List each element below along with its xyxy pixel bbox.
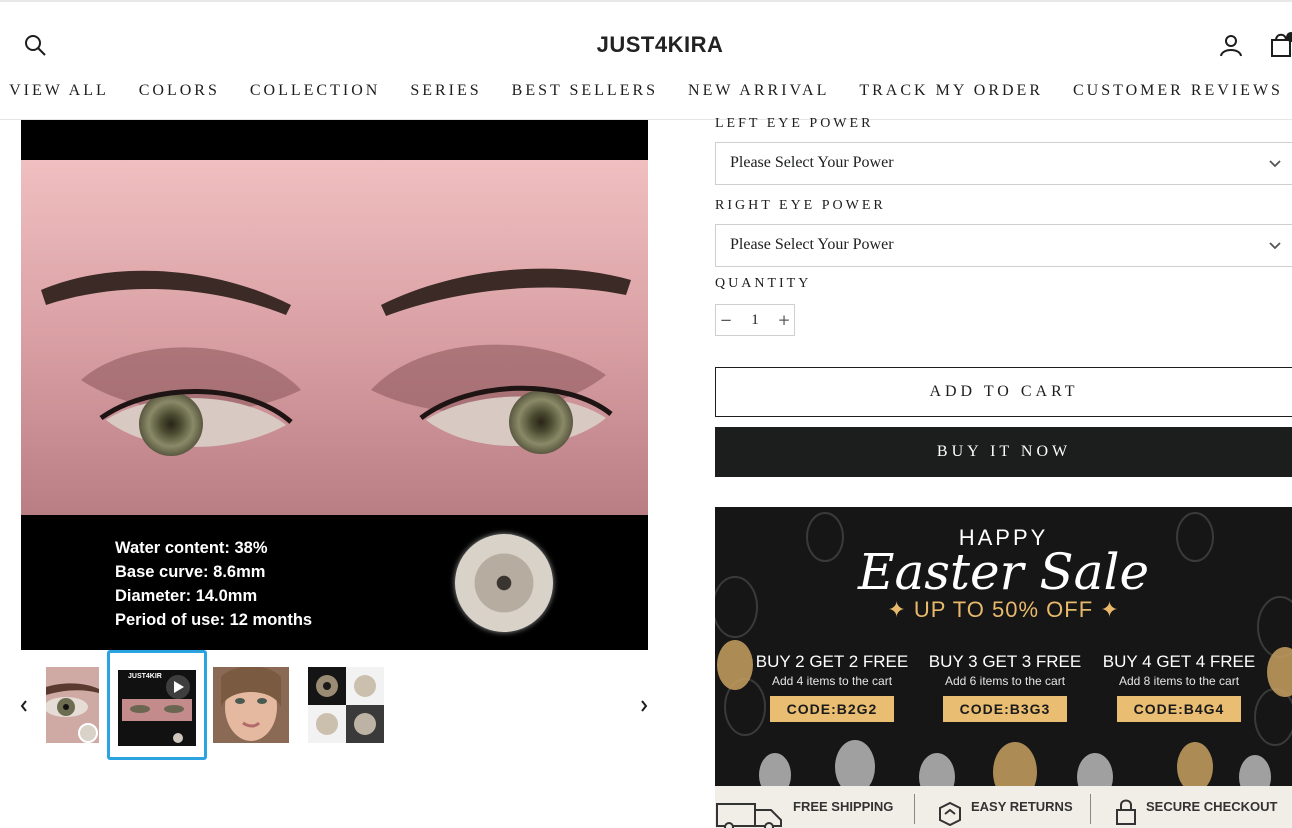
benefit-divider xyxy=(1090,794,1091,824)
lock-icon xyxy=(1115,798,1137,828)
nav-customer-reviews[interactable]: CUSTOMER REVIEWS xyxy=(1058,82,1292,100)
quantity-decrease-button[interactable]: − xyxy=(716,305,736,335)
offer-b2g2: BUY 2 GET 2 FREE Add 4 items to the cart… xyxy=(752,652,912,722)
right-eye-power-value: Please Select Your Power xyxy=(730,236,894,253)
video-thumb-logo: JUST4KIR xyxy=(128,673,162,680)
benefit-divider xyxy=(914,794,915,824)
site-header: JUST4KIRA VIEW ALL COLORS COLLECTION SER… xyxy=(0,2,1292,120)
spec-base-curve: Base curve: 8.6mm xyxy=(115,563,266,581)
right-eye-power-select[interactable]: Please Select Your Power xyxy=(715,224,1292,267)
cart-icon[interactable] xyxy=(1270,30,1292,58)
left-eye-power-label: LEFT EYE POWER xyxy=(715,116,874,131)
offer-title: BUY 4 GET 4 FREE xyxy=(1102,652,1256,671)
left-eye-power-select[interactable]: Please Select Your Power xyxy=(715,142,1292,185)
prev-arrow-icon[interactable] xyxy=(18,698,34,714)
thumbnail-lens-grid[interactable] xyxy=(308,667,384,743)
spec-water-content: Water content: 38% xyxy=(115,539,268,557)
returns-icon xyxy=(937,800,963,828)
spec-period-of-use: Period of use: 12 months xyxy=(115,611,313,629)
offer-b3g3: BUY 3 GET 3 FREE Add 6 items to the cart… xyxy=(925,652,1085,722)
quantity-label: QUANTITY xyxy=(715,276,812,291)
buy-it-now-button[interactable]: BUY IT NOW xyxy=(715,427,1292,477)
nav-best-sellers[interactable]: BEST SELLERS xyxy=(497,82,673,100)
quantity-input[interactable]: 1 xyxy=(736,312,774,329)
nav-view-all[interactable]: VIEW ALL xyxy=(0,82,124,100)
banner-benefits-bar: FREE SHIPPING EASY RETURNS SECURE CHECKO… xyxy=(715,786,1292,828)
offer-code: CODE:B2G2 xyxy=(770,696,894,722)
offer-code: CODE:B3G3 xyxy=(943,696,1067,722)
easy-returns-text: EASY RETURNS xyxy=(971,799,1073,814)
chevron-down-icon xyxy=(1268,157,1282,176)
right-eye-power-label: RIGHT EYE POWER xyxy=(715,198,886,213)
banner-easter-sale-text: Easter Sale xyxy=(857,543,1150,601)
main-nav: VIEW ALL COLORS COLLECTION SERIES BEST S… xyxy=(0,82,1292,100)
nav-track-my-order[interactable]: TRACK MY ORDER xyxy=(844,82,1058,100)
product-specs: Water content: 38% Base curve: 8.6mm Dia… xyxy=(115,536,312,632)
offer-title: BUY 2 GET 2 FREE xyxy=(755,652,909,671)
nav-new-arrival[interactable]: NEW ARRIVAL xyxy=(673,82,844,100)
offer-subtitle: Add 8 items to the cart xyxy=(1118,674,1240,688)
truck-icon xyxy=(715,800,785,828)
thumbnail-model-face[interactable] xyxy=(213,667,289,743)
nav-colors[interactable]: COLORS xyxy=(124,82,235,100)
quantity-stepper: − 1 + xyxy=(715,304,795,336)
easter-sale-banner[interactable]: HAPPY Easter Sale ✦ UP TO 50% OFF ✦ BUY … xyxy=(715,507,1292,828)
chevron-down-icon xyxy=(1268,239,1282,258)
offer-b4g4: BUY 4 GET 4 FREE Add 8 items to the cart… xyxy=(1099,652,1259,722)
quantity-increase-button[interactable]: + xyxy=(774,305,794,335)
nav-collection[interactable]: COLLECTION xyxy=(235,82,395,100)
offer-title: BUY 3 GET 3 FREE xyxy=(928,652,1082,671)
site-logo[interactable]: JUST4KIRA xyxy=(560,32,760,58)
left-eye-power-value: Please Select Your Power xyxy=(730,154,894,171)
next-arrow-icon[interactable] xyxy=(638,698,654,714)
secure-checkout-text: SECURE CHECKOUT xyxy=(1146,799,1278,814)
banner-discount-text: ✦ UP TO 50% OFF ✦ xyxy=(887,597,1120,622)
account-icon[interactable] xyxy=(1218,32,1244,58)
free-shipping-text: FREE SHIPPING xyxy=(793,799,894,814)
spec-diameter: Diameter: 14.0mm xyxy=(115,587,258,605)
offer-code: CODE:B4G4 xyxy=(1117,696,1241,722)
offer-subtitle: Add 4 items to the cart xyxy=(771,674,893,688)
offer-subtitle: Add 6 items to the cart xyxy=(944,674,1066,688)
thumbnail-eye-closeup[interactable] xyxy=(46,667,99,743)
product-main-image[interactable]: Water content: 38% Base curve: 8.6mm Dia… xyxy=(21,120,648,650)
nav-series[interactable]: SERIES xyxy=(395,82,496,100)
contact-lens-image xyxy=(455,534,553,632)
thumbnail-carousel: JUST4KIR xyxy=(0,650,660,762)
thumbnail-video-selected[interactable]: JUST4KIR xyxy=(107,650,207,760)
add-to-cart-button[interactable]: ADD TO CART xyxy=(715,367,1292,417)
search-icon[interactable] xyxy=(22,32,48,58)
